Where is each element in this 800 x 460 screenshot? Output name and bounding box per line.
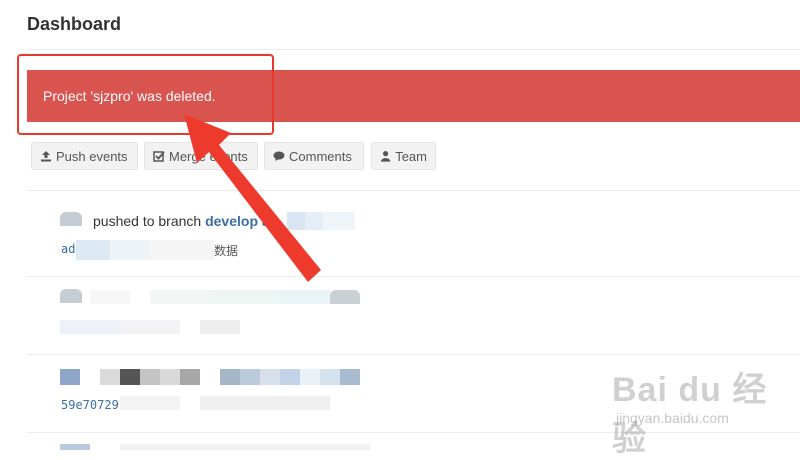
watermark-logo: Bai du 经验 — [612, 371, 768, 458]
filter-merge-events-button[interactable]: Merge events — [144, 142, 258, 170]
page-title: Dashboard — [27, 14, 122, 34]
filter-comments-button[interactable]: Comments — [264, 142, 364, 170]
commit-sha[interactable]: ad — [61, 242, 75, 256]
blurred-event-title — [60, 369, 360, 385]
checkbox-icon — [153, 151, 165, 162]
commit-message-tail: 数据 — [214, 244, 239, 258]
blurred-commit-message — [76, 240, 214, 260]
feed-divider — [27, 354, 800, 355]
event-action: pushed to branch — [93, 213, 202, 229]
watermark-url: jingyan.baidu.com — [616, 410, 729, 426]
comments-icon — [273, 151, 285, 161]
filter-team-button[interactable]: Team — [371, 142, 436, 170]
blurred-project-name — [287, 212, 355, 230]
feed-divider — [27, 190, 800, 191]
filter-merge-events-label: Merge events — [169, 148, 248, 164]
filter-push-events-label: Push events — [56, 148, 128, 164]
filter-team-label: Team — [395, 148, 427, 164]
event-connector: at — [261, 213, 275, 229]
blurred-event-detail — [60, 320, 240, 334]
avatar — [60, 289, 82, 303]
event-title: pushed to branch develop at — [93, 213, 274, 229]
filter-comments-label: Comments — [289, 148, 352, 164]
feed-divider — [27, 276, 800, 277]
commit-sha[interactable]: 59e70729 — [61, 398, 119, 412]
avatar — [60, 212, 82, 226]
flash-alert: Project 'sjzpro' was deleted. — [27, 70, 800, 122]
upload-icon — [41, 151, 51, 162]
feed-divider — [27, 432, 800, 433]
blurred-event-title — [90, 290, 360, 304]
title-divider — [27, 49, 800, 50]
branch-link[interactable]: develop — [205, 213, 258, 229]
blurred-commit-message — [120, 396, 330, 410]
blurred-event-title — [60, 444, 370, 450]
user-icon — [380, 151, 391, 162]
filter-push-events-button[interactable]: Push events — [31, 142, 138, 170]
watermark: Bai du 经验 jingyan.baidu.com — [612, 362, 794, 458]
alert-message: Project 'sjzpro' was deleted. — [43, 88, 216, 104]
